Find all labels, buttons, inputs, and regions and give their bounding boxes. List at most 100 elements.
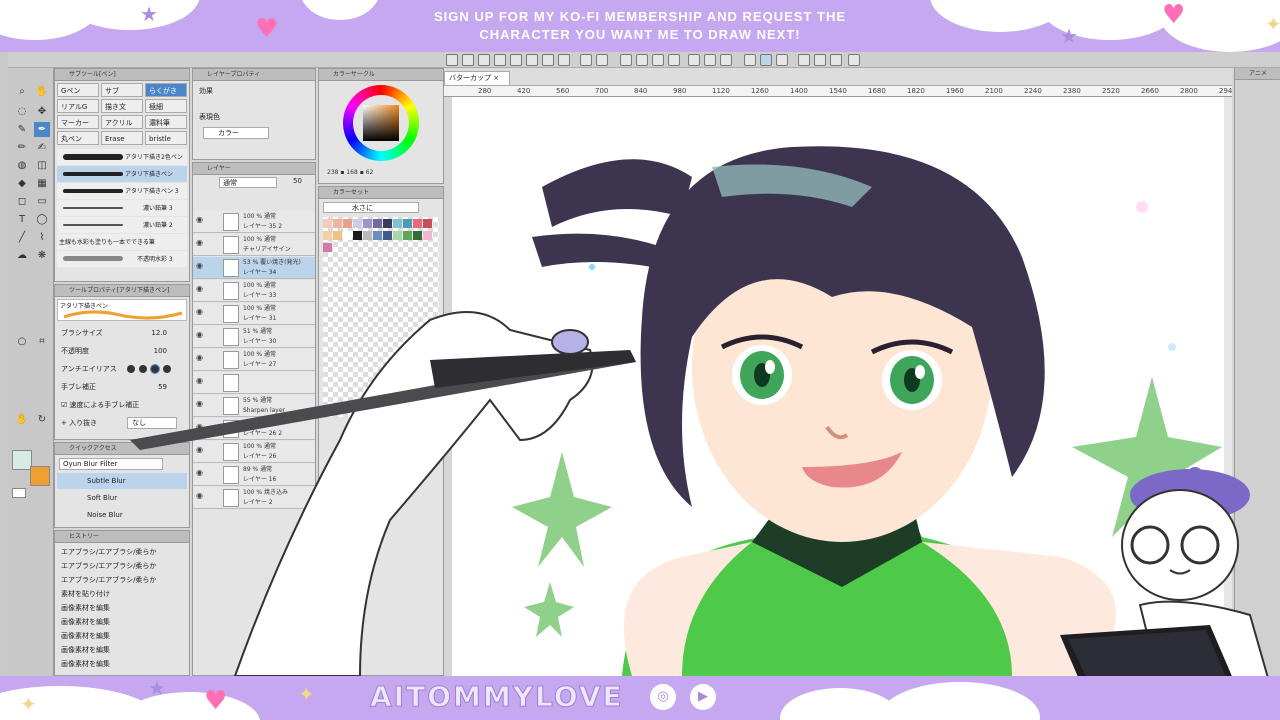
toolbar-button[interactable]	[652, 54, 664, 66]
decoration-tool-icon[interactable]: ❋	[34, 248, 50, 263]
subtool-tab[interactable]: 濃料筆	[145, 115, 187, 129]
rotate-tool-icon[interactable]: ↻	[34, 412, 50, 427]
brush-tool-icon[interactable]: ✍	[34, 140, 50, 155]
color-swatch[interactable]	[393, 231, 402, 240]
history-item[interactable]: 素材を貼り付け	[57, 587, 187, 601]
toolbar-button[interactable]	[510, 54, 522, 66]
opacity-row[interactable]: 不透明度 100	[57, 343, 187, 359]
history-item[interactable]: 画像素材を編集	[57, 615, 187, 629]
color-swatch[interactable]	[383, 231, 392, 240]
pen-tool-icon[interactable]: ✒	[34, 122, 50, 137]
color-swatch[interactable]	[333, 231, 342, 240]
toolbar-button[interactable]	[720, 54, 732, 66]
inout-row[interactable]: + 入り抜き なし	[57, 415, 187, 431]
color-swatch[interactable]	[403, 219, 412, 228]
layer-row[interactable]: ◉ 53 % 覆い焼き(発光) レイヤー 34	[193, 257, 315, 279]
color-swatch[interactable]	[363, 219, 372, 228]
eraser-tool-icon[interactable]: ◫	[34, 158, 50, 173]
subtool-tab[interactable]: アクリル	[101, 115, 143, 129]
figure-tool-icon[interactable]: ◻	[14, 194, 30, 209]
toolbar-button[interactable]	[814, 54, 826, 66]
color-swatch[interactable]	[323, 231, 332, 240]
color-swatch[interactable]	[343, 219, 352, 228]
history-item[interactable]: 画像素材を編集	[57, 643, 187, 657]
subtool-tab[interactable]: 描き文	[101, 99, 143, 113]
ruler-tool-icon[interactable]: ⌗	[34, 334, 50, 349]
quick-access-item[interactable]: Noise Blur	[57, 507, 187, 523]
undo-button[interactable]	[580, 54, 592, 66]
hand-tool-icon[interactable]: ✋	[34, 84, 50, 99]
line-tool-icon[interactable]: ╱	[14, 230, 30, 245]
toolbar-button[interactable]	[494, 54, 506, 66]
color-swatch[interactable]	[363, 231, 372, 240]
quick-access-item[interactable]: Subtle Blur	[57, 473, 187, 489]
expression-color-select[interactable]: カラー	[203, 127, 269, 139]
color-swatch[interactable]	[413, 219, 422, 228]
history-item[interactable]: エアブラシ/エアブラシ/柔らか	[57, 573, 187, 587]
eye-icon[interactable]: ◉	[196, 261, 206, 271]
gradient-tool-icon[interactable]: ▦	[34, 176, 50, 191]
eyedropper-icon[interactable]: ✎	[14, 122, 30, 137]
move-tool-icon[interactable]: ✥	[34, 104, 50, 119]
instagram-icon[interactable]: ◎	[650, 684, 676, 710]
toolbar-button[interactable]	[744, 54, 756, 66]
antialias-row[interactable]: アンチエイリアス	[57, 361, 187, 377]
color-swatch[interactable]	[353, 231, 362, 240]
frame-tool-icon[interactable]: ▭	[34, 194, 50, 209]
layer-row[interactable]: ◉ 100 % 通常 チャリアイサイン	[193, 234, 315, 256]
toolbar-button[interactable]	[620, 54, 632, 66]
layer-row[interactable]: ◉ 100 % 通常 レイヤー 35 2	[193, 211, 315, 233]
subtool-tab[interactable]: 丸ペン	[57, 131, 99, 145]
toolbar-button[interactable]	[542, 54, 554, 66]
toolbar-button[interactable]	[688, 54, 700, 66]
color-swatch[interactable]	[393, 219, 402, 228]
blend-mode-select[interactable]: 通常	[219, 177, 277, 188]
zoom-tool-icon[interactable]: ⌕	[14, 84, 30, 99]
history-item[interactable]: エアブラシ/エアブラシ/柔らか	[57, 559, 187, 573]
history-item[interactable]: 画像素材を編集	[57, 601, 187, 615]
lasso-tool-icon[interactable]: ◌	[14, 104, 30, 119]
brush-item[interactable]: アタリ下描きペン	[57, 166, 187, 182]
toolbar-button[interactable]	[558, 54, 570, 66]
toolbar-button[interactable]	[462, 54, 474, 66]
toolbar-button[interactable]	[668, 54, 680, 66]
youtube-icon[interactable]: ▶	[690, 684, 716, 710]
brush-size-row[interactable]: ブラシサイズ 12.0	[57, 325, 187, 341]
quick-access-set-select[interactable]: Oyun Blur Filter	[59, 458, 163, 470]
correct-line-icon[interactable]: ⌇	[34, 230, 50, 245]
sub-color-swatch[interactable]	[30, 466, 50, 486]
subtool-tab[interactable]: bristle	[145, 131, 187, 145]
color-swatch[interactable]	[403, 231, 412, 240]
blend-tool-icon[interactable]: ☁	[14, 248, 30, 263]
main-color-swatch[interactable]	[12, 450, 32, 470]
toolbar-button[interactable]	[798, 54, 810, 66]
color-swatch[interactable]	[413, 231, 422, 240]
stabilization-row[interactable]: 手ブレ補正 59	[57, 379, 187, 395]
toolbar-button[interactable]	[776, 54, 788, 66]
toolbar-button[interactable]	[636, 54, 648, 66]
subtool-tab[interactable]: サブ	[101, 83, 143, 97]
transparent-color-swatch[interactable]	[12, 488, 26, 498]
history-item[interactable]: 画像素材を編集	[57, 657, 187, 671]
subtool-tab[interactable]: Erase	[101, 131, 143, 145]
toolbar-button[interactable]	[446, 54, 458, 66]
subtool-tab[interactable]: 極細	[145, 99, 187, 113]
subtool-tab[interactable]: Gペン	[57, 83, 99, 97]
brush-item[interactable]: 濃い鉛筆 3	[57, 200, 187, 216]
toolbar-button[interactable]	[848, 54, 860, 66]
color-swatch[interactable]	[373, 219, 382, 228]
history-item[interactable]: エアブラシ/エアブラシ/柔らか	[57, 545, 187, 559]
brush-item[interactable]: 主線も水彩も塗りも一本でできる筆	[57, 234, 187, 250]
subtool-tab[interactable]: リアルG	[57, 99, 99, 113]
color-swatch[interactable]	[333, 219, 342, 228]
color-swatch[interactable]	[373, 231, 382, 240]
shape-tool-icon[interactable]: ○	[14, 334, 30, 349]
speed-stabilization-checkbox[interactable]: ☑ 速度による手ブレ補正	[57, 397, 187, 413]
toolbar-button[interactable]	[760, 54, 772, 66]
toolbar-button[interactable]	[526, 54, 538, 66]
layer-opacity-value[interactable]: 50	[293, 177, 302, 185]
color-swatch[interactable]	[423, 219, 432, 228]
toolbar-button[interactable]	[478, 54, 490, 66]
subtool-tab[interactable]: らくがき	[145, 83, 187, 97]
eye-icon[interactable]: ◉	[196, 215, 206, 225]
